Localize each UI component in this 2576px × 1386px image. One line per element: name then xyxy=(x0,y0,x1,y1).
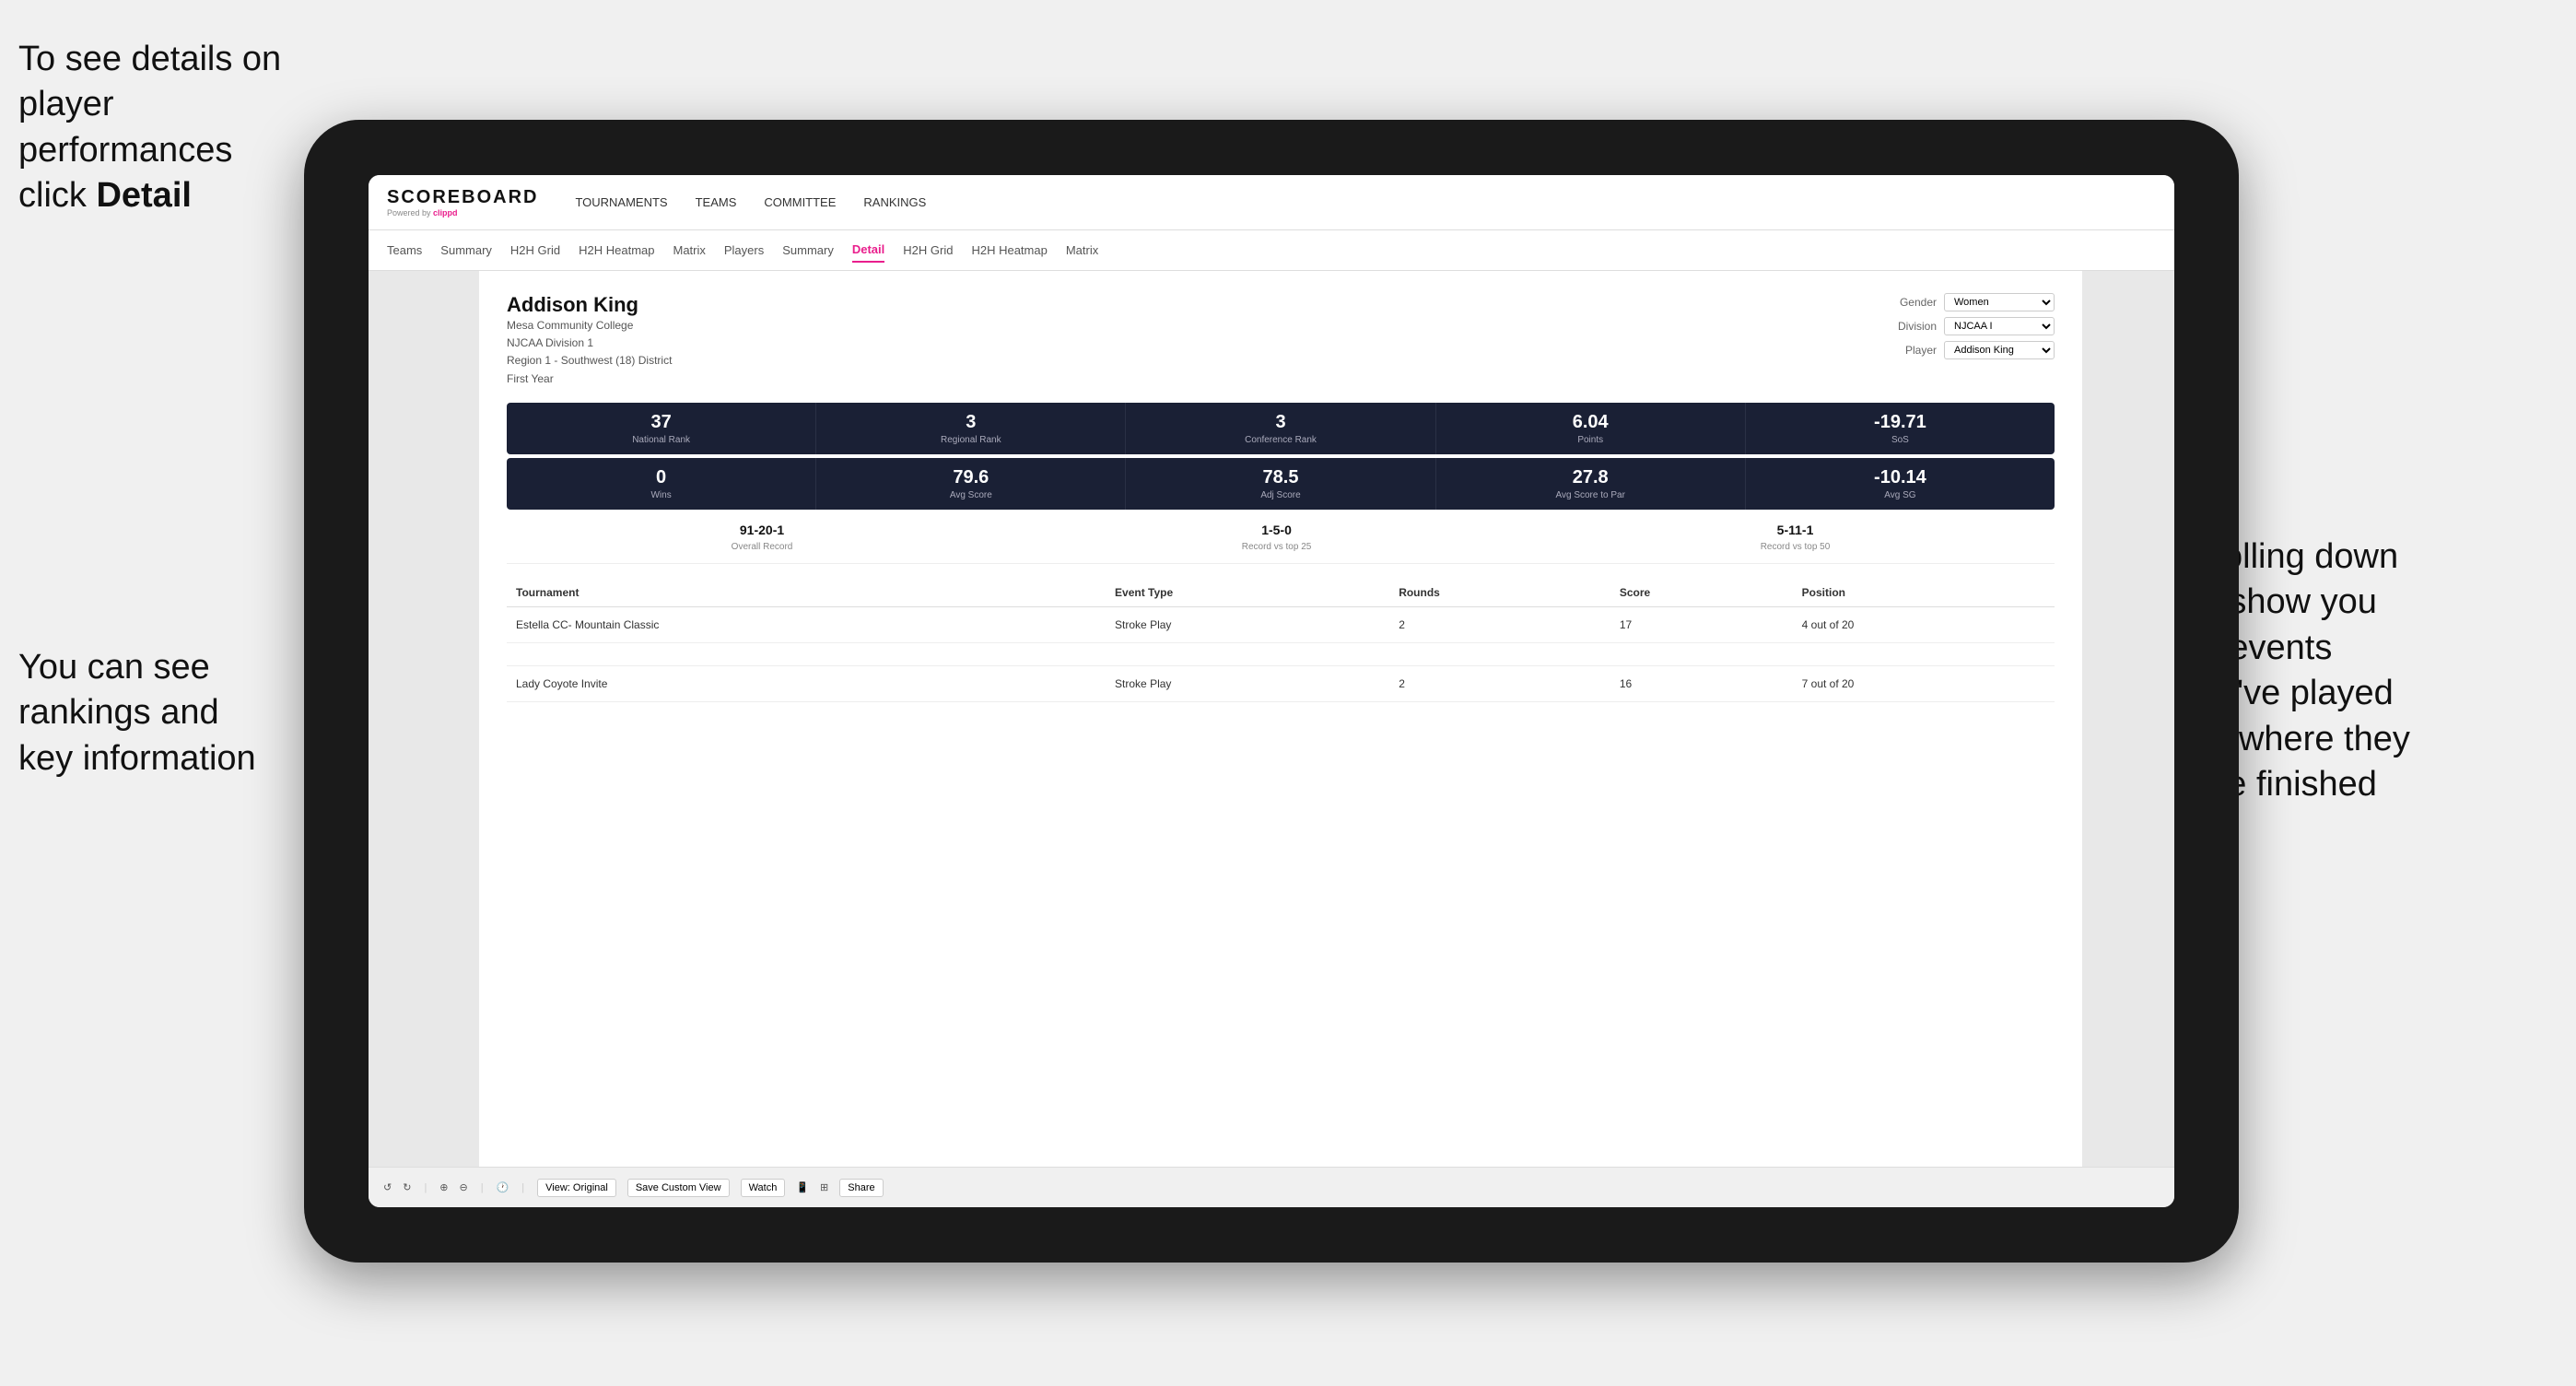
watch-btn[interactable]: Watch xyxy=(741,1179,786,1197)
left-sidebar xyxy=(369,271,479,1167)
cell-event-type: Stroke Play xyxy=(1106,606,1389,642)
gender-select[interactable]: Women Men xyxy=(1944,293,2055,311)
main-content: Addison King Mesa Community College NJCA… xyxy=(479,271,2082,1167)
stat-cell: 3Conference Rank xyxy=(1126,403,1435,454)
player-name: Addison King xyxy=(507,293,672,317)
stat-cell: -19.71SoS xyxy=(1746,403,2055,454)
cell-rounds: 2 xyxy=(1389,606,1610,642)
nav-tournaments[interactable]: TOURNAMENTS xyxy=(575,191,667,214)
record-item: 1-5-0Record vs top 25 xyxy=(1242,523,1312,554)
player-select[interactable]: Addison King xyxy=(1944,341,2055,359)
stat-cell: 37National Rank xyxy=(507,403,816,454)
cell-tournament: Estella CC- Mountain Classic xyxy=(507,606,1106,642)
stat-cell: 79.6Avg Score xyxy=(816,458,1126,510)
stat-cell: 3Regional Rank xyxy=(816,403,1126,454)
player-college: Mesa Community College xyxy=(507,317,672,335)
player-header: Addison King Mesa Community College NJCA… xyxy=(507,293,2055,388)
toolbar-clock[interactable]: 🕐 xyxy=(497,1181,509,1193)
table-row xyxy=(507,642,2055,665)
nav-teams[interactable]: TEAMS xyxy=(696,191,737,214)
cell-score: 17 xyxy=(1610,606,1793,642)
content-area: Addison King Mesa Community College NJCA… xyxy=(369,271,2174,1167)
col-score: Score xyxy=(1610,579,1793,607)
subnav-h2h-heatmap2[interactable]: H2H Heatmap xyxy=(971,239,1047,262)
toolbar-grid-icon: ⊞ xyxy=(820,1181,828,1193)
subnav-matrix2[interactable]: Matrix xyxy=(1066,239,1098,262)
stat-cell: -10.14Avg SG xyxy=(1746,458,2055,510)
toolbar-undo[interactable]: ↺ xyxy=(383,1181,392,1193)
right-sidebar xyxy=(2082,271,2174,1167)
tournament-table: Tournament Event Type Rounds Score Posit… xyxy=(507,579,2055,702)
cell-event-type: Stroke Play xyxy=(1106,665,1389,701)
table-body: Estella CC- Mountain Classic Stroke Play… xyxy=(507,606,2055,701)
stat-cell: 0Wins xyxy=(507,458,816,510)
subnav-summary2[interactable]: Summary xyxy=(782,239,834,262)
subnav-detail[interactable]: Detail xyxy=(852,238,884,263)
top-nav: SCOREBOARD Powered by clippd TOURNAMENTS… xyxy=(369,175,2174,230)
save-custom-btn[interactable]: Save Custom View xyxy=(627,1179,730,1197)
player-info: Addison King Mesa Community College NJCA… xyxy=(507,293,672,388)
nav-committee[interactable]: COMMITTEE xyxy=(764,191,836,214)
toolbar-icon2[interactable]: ⊖ xyxy=(460,1181,468,1193)
cell-tournament: Lady Coyote Invite xyxy=(507,665,1106,701)
player-label: Player xyxy=(1881,344,1937,357)
subnav-players[interactable]: Players xyxy=(724,239,764,262)
col-rounds: Rounds xyxy=(1389,579,1610,607)
share-btn[interactable]: Share xyxy=(839,1179,883,1197)
gender-label: Gender xyxy=(1881,296,1937,309)
bottom-toolbar: ↺ ↻ | ⊕ ⊖ | 🕐 | View: Original Save Cust… xyxy=(369,1167,2174,1207)
cell-score xyxy=(1610,642,1793,665)
subnav-h2h-grid[interactable]: H2H Grid xyxy=(510,239,560,262)
stats-grid-row1: 37National Rank3Regional Rank3Conference… xyxy=(507,403,2055,454)
cell-tournament xyxy=(507,642,1106,665)
annotation-top-left: To see details on player performances cl… xyxy=(18,37,332,219)
table-row: Estella CC- Mountain Classic Stroke Play… xyxy=(507,606,2055,642)
col-position: Position xyxy=(1793,579,2055,607)
cell-event-type xyxy=(1106,642,1389,665)
cell-position: 4 out of 20 xyxy=(1793,606,2055,642)
record-item: 5-11-1Record vs top 50 xyxy=(1761,523,1831,554)
player-year: First Year xyxy=(507,370,672,388)
nav-rankings[interactable]: RANKINGS xyxy=(863,191,926,214)
logo-scoreboard: SCOREBOARD xyxy=(387,187,538,208)
sub-nav: Teams Summary H2H Grid H2H Heatmap Matri… xyxy=(369,230,2174,271)
cell-rounds: 2 xyxy=(1389,665,1610,701)
cell-rounds xyxy=(1389,642,1610,665)
player-controls: Gender Women Men Division NJCAA I NJCAA … xyxy=(1881,293,2055,388)
tablet-screen: SCOREBOARD Powered by clippd TOURNAMENTS… xyxy=(369,175,2174,1207)
division-select[interactable]: NJCAA I NJCAA II xyxy=(1944,317,2055,335)
toolbar-device-icon[interactable]: 📱 xyxy=(796,1181,809,1193)
subnav-h2h-heatmap[interactable]: H2H Heatmap xyxy=(579,239,654,262)
subnav-h2h-grid2[interactable]: H2H Grid xyxy=(903,239,953,262)
player-row: Player Addison King xyxy=(1881,341,2055,359)
subnav-teams[interactable]: Teams xyxy=(387,239,422,262)
division-label: Division xyxy=(1881,320,1937,333)
main-nav: TOURNAMENTS TEAMS COMMITTEE RANKINGS xyxy=(575,191,926,214)
division-row: Division NJCAA I NJCAA II xyxy=(1881,317,2055,335)
tablet-frame: SCOREBOARD Powered by clippd TOURNAMENTS… xyxy=(304,120,2239,1263)
subnav-summary[interactable]: Summary xyxy=(440,239,492,262)
view-original-btn[interactable]: View: Original xyxy=(537,1179,616,1197)
table-row: Lady Coyote Invite Stroke Play 2 16 7 ou… xyxy=(507,665,2055,701)
stat-cell: 78.5Adj Score xyxy=(1126,458,1435,510)
stat-cell: 6.04Points xyxy=(1436,403,1746,454)
subnav-matrix[interactable]: Matrix xyxy=(673,239,705,262)
stats-grid-row2: 0Wins79.6Avg Score78.5Adj Score27.8Avg S… xyxy=(507,458,2055,510)
records-row: 91-20-1Overall Record 1-5-0Record vs top … xyxy=(507,513,2055,564)
logo-powered: Powered by clippd xyxy=(387,208,538,217)
player-division: NJCAA Division 1 xyxy=(507,335,672,352)
col-event-type: Event Type xyxy=(1106,579,1389,607)
cell-score: 16 xyxy=(1610,665,1793,701)
gender-row: Gender Women Men xyxy=(1881,293,2055,311)
table-header: Tournament Event Type Rounds Score Posit… xyxy=(507,579,2055,607)
cell-position xyxy=(1793,642,2055,665)
logo-area: SCOREBOARD Powered by clippd xyxy=(387,187,538,217)
toolbar-redo[interactable]: ↻ xyxy=(403,1181,411,1193)
record-item: 91-20-1Overall Record xyxy=(732,523,793,554)
col-tournament: Tournament xyxy=(507,579,1106,607)
stat-cell: 27.8Avg Score to Par xyxy=(1436,458,1746,510)
player-region: Region 1 - Southwest (18) District xyxy=(507,352,672,370)
toolbar-icon1[interactable]: ⊕ xyxy=(439,1181,448,1193)
cell-position: 7 out of 20 xyxy=(1793,665,2055,701)
